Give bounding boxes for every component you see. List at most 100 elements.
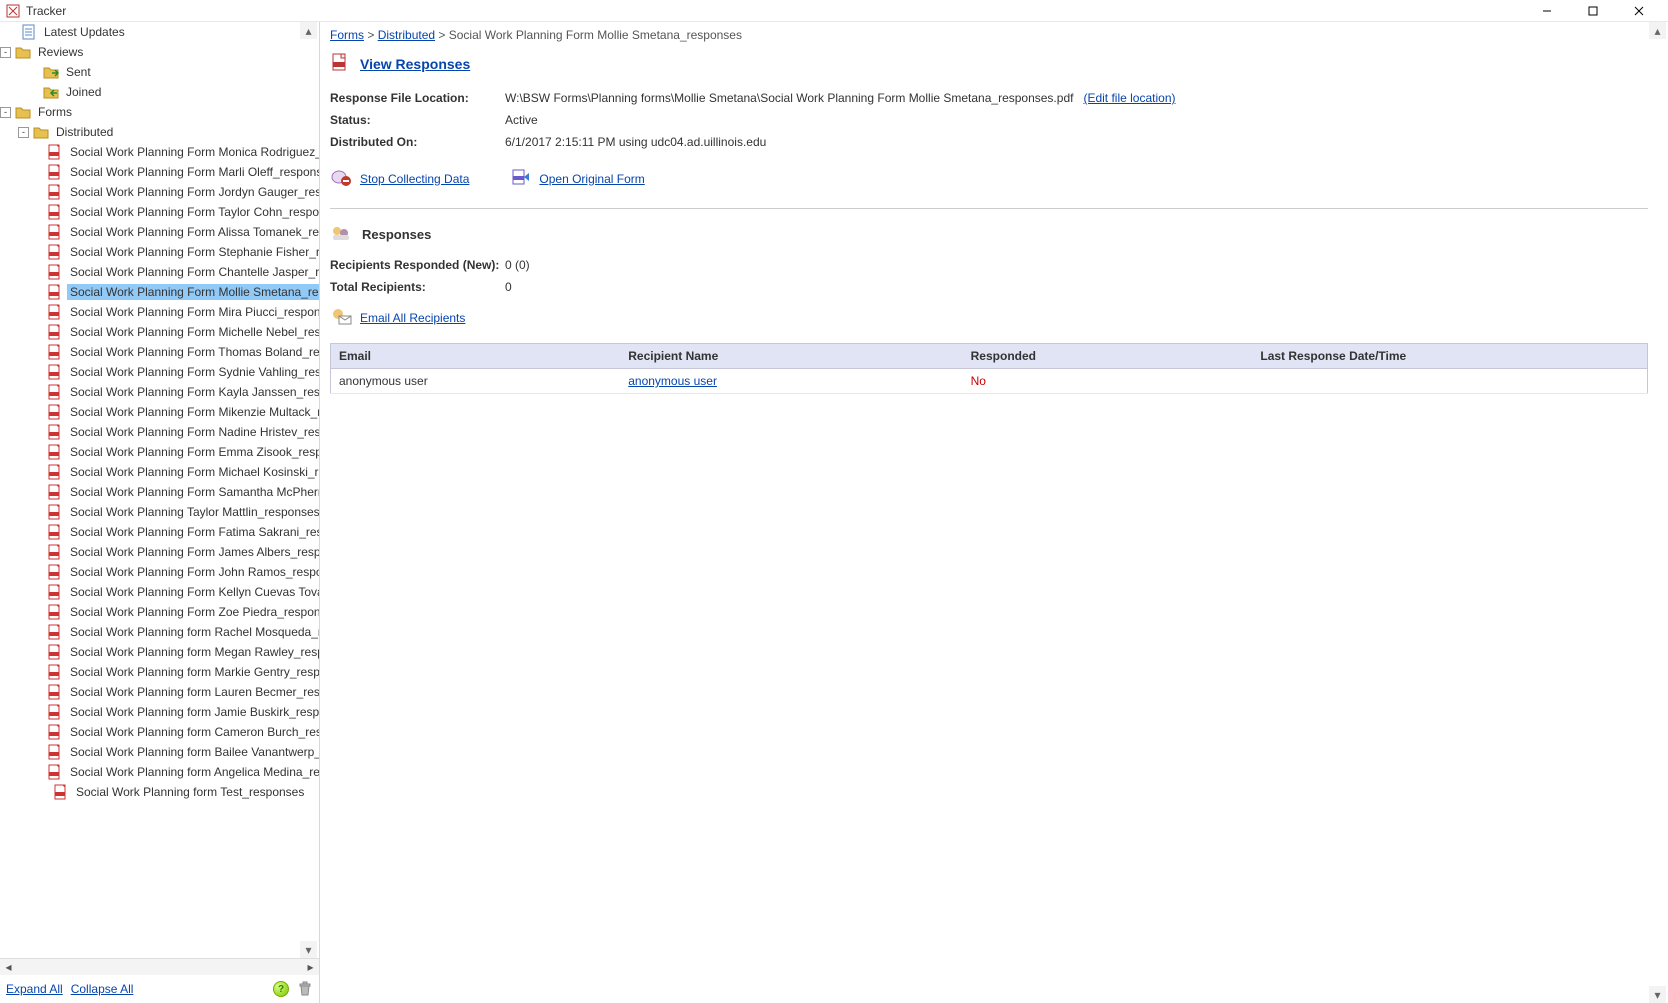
tree-item[interactable]: -Social Work Planning Form Sydnie Vahlin… xyxy=(0,362,319,382)
tree-item[interactable]: -Social Work Planning Taylor Mattlin_res… xyxy=(0,502,319,522)
pdf-icon xyxy=(47,644,63,660)
col-recipient-name[interactable]: Recipient Name xyxy=(620,344,962,369)
tree-item[interactable]: -Social Work Planning form Bailee Vanant… xyxy=(0,742,319,762)
tree-item[interactable]: -Social Work Planning Form Michael Kosin… xyxy=(0,462,319,482)
tree-forms[interactable]: -Forms xyxy=(0,102,319,122)
title-bar: Tracker xyxy=(0,0,1668,22)
pdf-icon xyxy=(47,284,63,300)
tree-item[interactable]: -Social Work Planning Form Michelle Nebe… xyxy=(0,322,319,342)
scroll-up-button[interactable]: ▴ xyxy=(300,22,317,39)
cell-email: anonymous user xyxy=(331,369,621,394)
tree-item[interactable]: -Social Work Planning Form Taylor Cohn_r… xyxy=(0,202,319,222)
tree-view[interactable]: -Latest Updates-Reviews-Sent-Joined-Form… xyxy=(0,22,319,958)
tree-item[interactable]: -Social Work Planning form Markie Gentry… xyxy=(0,662,319,682)
toggle-icon[interactable]: - xyxy=(0,107,11,118)
tree-item[interactable]: -Social Work Planning form Lauren Becmer… xyxy=(0,682,319,702)
help-icon[interactable]: ? xyxy=(273,981,289,997)
view-responses-link[interactable]: View Responses xyxy=(360,56,470,72)
recipients-responded-label: Recipients Responded (New): xyxy=(330,258,505,272)
scroll-left-button[interactable]: ◂ xyxy=(0,959,17,976)
recipients-responded-value: 0 (0) xyxy=(505,258,530,272)
tree-item[interactable]: -Social Work Planning form Jamie Buskirk… xyxy=(0,702,319,722)
minimize-button[interactable] xyxy=(1524,0,1570,22)
app-icon xyxy=(6,4,20,18)
tree-sent[interactable]: -Sent xyxy=(0,62,319,82)
horizontal-scrollbar[interactable]: ◂ ▸ xyxy=(0,958,319,975)
tree-distributed[interactable]: -Distributed xyxy=(0,122,319,142)
pdf-icon xyxy=(47,624,63,640)
tree-item[interactable]: -Social Work Planning Form John Ramos_re… xyxy=(0,562,319,582)
email-all-link[interactable]: Email All Recipients xyxy=(360,311,465,325)
open-original-icon xyxy=(509,167,531,190)
tree-item[interactable]: -Social Work Planning Form Nadine Hriste… xyxy=(0,422,319,442)
tree-item[interactable]: -Social Work Planning Form Mira Piucci_r… xyxy=(0,302,319,322)
toggle-icon[interactable]: - xyxy=(18,127,29,138)
tree-item[interactable]: -Social Work Planning Form Kayla Janssen… xyxy=(0,382,319,402)
tree-item[interactable]: -Social Work Planning Form James Albers_… xyxy=(0,542,319,562)
sent-icon xyxy=(43,64,59,80)
pdf-icon xyxy=(47,524,63,540)
tree-item[interactable]: -Social Work Planning Form Mollie Smetan… xyxy=(0,282,319,302)
expand-all-link[interactable]: Expand All xyxy=(6,982,63,996)
sidebar-footer: Expand All Collapse All ? xyxy=(0,975,319,1003)
tree-item[interactable]: -Social Work Planning Form Thomas Boland… xyxy=(0,342,319,362)
tree-latest-updates[interactable]: -Latest Updates xyxy=(0,22,319,42)
tree-item[interactable]: -Social Work Planning Form Stephanie Fis… xyxy=(0,242,319,262)
folder-icon xyxy=(15,104,31,120)
tree-item[interactable]: -Social Work Planning Form Zoe Piedra_re… xyxy=(0,602,319,622)
col-responded[interactable]: Responded xyxy=(963,344,1253,369)
pdf-icon xyxy=(47,344,63,360)
content-scroll-down[interactable]: ▾ xyxy=(1649,986,1666,1003)
pdf-icon xyxy=(47,264,63,280)
recipient-link[interactable]: anonymous user xyxy=(628,374,717,388)
tree-joined[interactable]: -Joined xyxy=(0,82,319,102)
breadcrumb-distributed[interactable]: Distributed xyxy=(378,28,435,42)
table-row[interactable]: anonymous useranonymous userNo xyxy=(331,369,1648,394)
pdf-icon xyxy=(47,204,63,220)
pdf-icon xyxy=(47,564,63,580)
tree-item[interactable]: -Social Work Planning Form Emma Zisook_r… xyxy=(0,442,319,462)
tree-item[interactable]: -Social Work Planning Form Jordyn Gauger… xyxy=(0,182,319,202)
edit-file-location-link[interactable]: (Edit file location) xyxy=(1083,91,1175,105)
col-email[interactable]: Email xyxy=(331,344,621,369)
breadcrumb-forms[interactable]: Forms xyxy=(330,28,364,42)
tree-item[interactable]: -Social Work Planning Form Kellyn Cuevas… xyxy=(0,582,319,602)
maximize-button[interactable] xyxy=(1570,0,1616,22)
tree-item[interactable]: -Social Work Planning form Megan Rawley_… xyxy=(0,642,319,662)
toggle-icon[interactable]: - xyxy=(0,47,11,58)
pdf-icon xyxy=(47,384,63,400)
close-button[interactable] xyxy=(1616,0,1662,22)
pdf-icon xyxy=(47,224,63,240)
stop-collecting-link[interactable]: Stop Collecting Data xyxy=(360,172,469,186)
trash-icon[interactable] xyxy=(297,981,313,997)
scroll-down-button[interactable]: ▾ xyxy=(300,941,317,958)
tree-item[interactable]: -Social Work Planning Form Alissa Tomane… xyxy=(0,222,319,242)
open-original-link[interactable]: Open Original Form xyxy=(539,172,644,186)
tree-item[interactable]: -Social Work Planning form Angelica Medi… xyxy=(0,762,319,782)
tree-item[interactable]: -Social Work Planning Form Mikenzie Mult… xyxy=(0,402,319,422)
distributed-label: Distributed On: xyxy=(330,135,505,149)
tree-item[interactable]: -Social Work Planning form Test_response… xyxy=(0,782,319,802)
pdf-icon xyxy=(47,364,63,380)
tree-item[interactable]: -Social Work Planning Form Fatima Sakran… xyxy=(0,522,319,542)
tree-item[interactable]: -Social Work Planning Form Chantelle Jas… xyxy=(0,262,319,282)
pdf-icon xyxy=(47,604,63,620)
pdf-icon xyxy=(47,444,63,460)
pdf-icon xyxy=(47,664,63,680)
stop-collecting-icon xyxy=(330,167,352,190)
tree-item[interactable]: -Social Work Planning Form Monica Rodrig… xyxy=(0,142,319,162)
col-last-response[interactable]: Last Response Date/Time xyxy=(1252,344,1647,369)
email-all-icon xyxy=(330,306,352,329)
tree-item[interactable]: -Social Work Planning form Rachel Mosque… xyxy=(0,622,319,642)
scrollbar-track[interactable] xyxy=(17,959,302,976)
scroll-right-button[interactable]: ▸ xyxy=(302,959,319,976)
collapse-all-link[interactable]: Collapse All xyxy=(71,982,134,996)
content-scroll-up[interactable]: ▴ xyxy=(1649,22,1666,39)
tree-item[interactable]: -Social Work Planning form Cameron Burch… xyxy=(0,722,319,742)
tree-item[interactable]: -Social Work Planning Form Marli Oleff_r… xyxy=(0,162,319,182)
tree-reviews[interactable]: -Reviews xyxy=(0,42,319,62)
pdf-icon xyxy=(47,304,63,320)
pdf-page-icon xyxy=(330,52,350,75)
joined-icon xyxy=(43,84,59,100)
tree-item[interactable]: -Social Work Planning Form Samantha McPh… xyxy=(0,482,319,502)
